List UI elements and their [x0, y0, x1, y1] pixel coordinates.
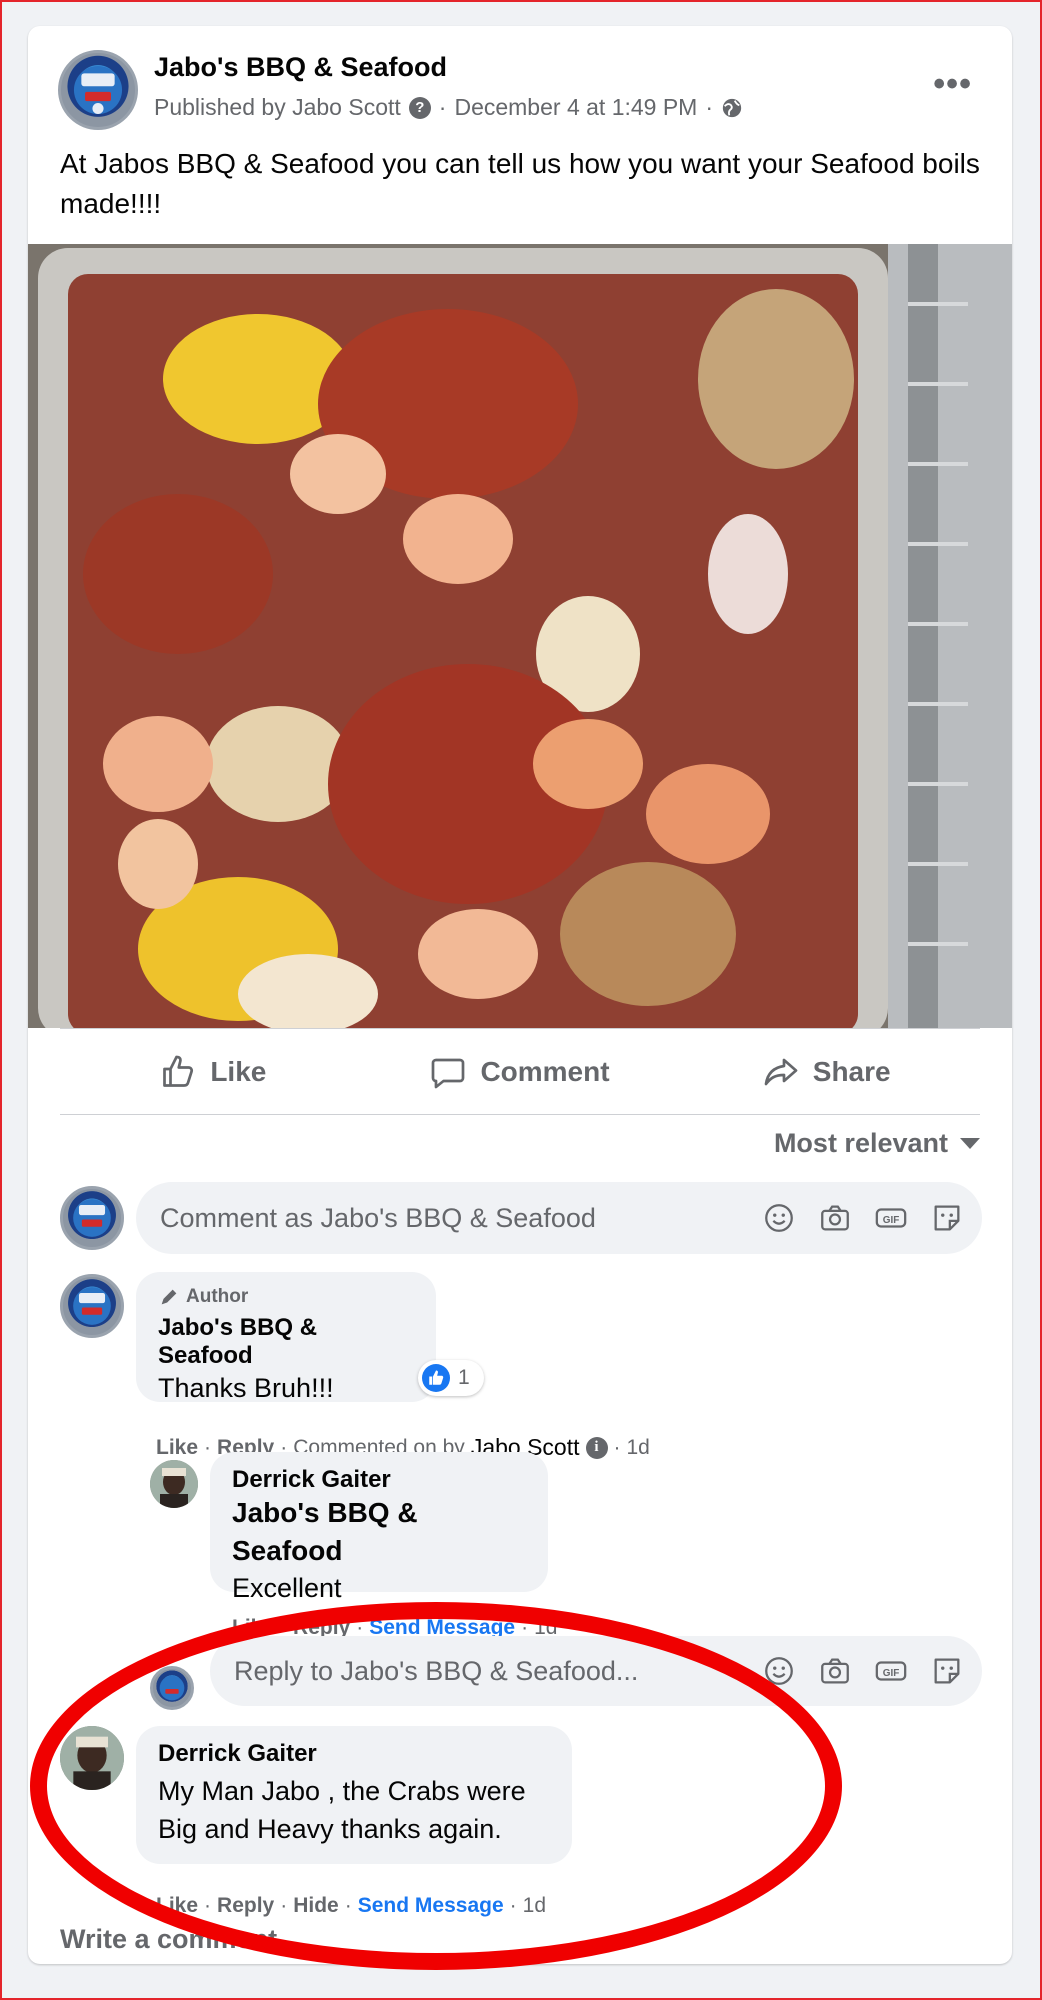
like-reaction-icon [422, 1364, 450, 1392]
page-logo-icon [73, 65, 123, 115]
help-icon[interactable]: ? [408, 96, 431, 119]
comment-bubble-icon [432, 1058, 465, 1089]
svg-text:GIF: GIF [883, 1215, 900, 1226]
page-logo-icon [159, 1675, 185, 1701]
comment-time[interactable]: 1d [523, 1894, 546, 1918]
svg-text:GIF: GIF [883, 1668, 900, 1679]
person-photo-icon [150, 1460, 198, 1508]
comment-sort-dropdown[interactable]: Most relevant [774, 1128, 980, 1159]
seafood-boil-photo [28, 244, 1012, 1028]
tagged-page-name[interactable]: Jabo's BBQ & Seafood [232, 1494, 526, 1570]
comment-text: Thanks Bruh!!! [158, 1373, 334, 1403]
comment-text: My Man Jabo , the Crabs were Big and Hea… [158, 1776, 526, 1844]
derrick-avatar[interactable] [60, 1726, 124, 1790]
share-button[interactable]: Share [673, 1030, 980, 1114]
post-author-name[interactable]: Jabo's BBQ & Seafood [154, 52, 447, 83]
comment-composer: GIF [136, 1182, 982, 1254]
published-by[interactable]: Published by Jabo Scott [154, 94, 401, 121]
comment-label: Comment [480, 1056, 610, 1087]
comment-button[interactable]: Comment [367, 1030, 674, 1114]
meta-dot: · [509, 1894, 517, 1917]
comment-bubble: Author Jabo's BBQ & Seafood Thanks Bruh!… [136, 1272, 436, 1403]
page-avatar[interactable] [58, 50, 138, 130]
meta-separator: · [705, 94, 714, 120]
reply-composer-avatar [150, 1666, 194, 1710]
derrick-avatar[interactable] [150, 1460, 198, 1508]
actions-divider-top [60, 1028, 980, 1029]
comment-like-link[interactable]: Like [156, 1436, 198, 1460]
like-button[interactable]: Like [60, 1030, 367, 1114]
actions-divider-bottom [60, 1114, 980, 1115]
meta-dot: · [344, 1894, 352, 1917]
reply-input[interactable] [234, 1655, 794, 1687]
comment-time[interactable]: 1d [627, 1436, 650, 1460]
commenter-avatar[interactable] [60, 1274, 124, 1338]
sort-label: Most relevant [773, 1128, 948, 1158]
sticker-icon[interactable] [930, 1201, 964, 1235]
post-actions: Like Comment Share [60, 1030, 980, 1114]
emoji-icon[interactable] [762, 1201, 796, 1235]
reply-composer-tools: GIF [762, 1636, 964, 1706]
reply-composer: GIF [210, 1636, 982, 1706]
more-options-icon[interactable]: ••• [933, 67, 972, 101]
reply-author-name[interactable]: Derrick Gaiter [232, 1466, 526, 1494]
meta-separator: · [438, 94, 447, 120]
write-comment-prompt[interactable]: Write a comment... [60, 1924, 300, 1955]
share-label: Share [812, 1056, 891, 1087]
page-logo-icon [73, 1199, 111, 1237]
info-icon[interactable]: i [585, 1436, 608, 1459]
send-message-link[interactable]: Send Message [358, 1894, 504, 1918]
screenshot-frame: Jabo's BBQ & Seafood Published by Jabo S… [0, 0, 1042, 2000]
comment-author-name[interactable]: Jabo's BBQ & Seafood [158, 1314, 414, 1370]
post-photo[interactable] [28, 244, 1012, 1028]
reaction-number: 1 [458, 1366, 470, 1389]
comment-input[interactable] [160, 1202, 720, 1234]
reaction-count[interactable]: 1 [418, 1360, 484, 1396]
author-badge: Author [158, 1286, 414, 1308]
meta-dot: · [280, 1894, 288, 1917]
thumbs-up-icon [163, 1055, 194, 1087]
composer-tools: GIF [762, 1182, 964, 1254]
camera-icon[interactable] [818, 1201, 852, 1235]
comment-reply-link[interactable]: Reply [217, 1894, 274, 1918]
person-photo-icon [60, 1726, 124, 1790]
meta-dot: · [204, 1894, 212, 1917]
gif-icon[interactable]: GIF [874, 1654, 908, 1688]
comment-bubble: Derrick Gaiter My Man Jabo , the Crabs w… [136, 1726, 572, 1864]
meta-dot: · [613, 1435, 621, 1459]
like-label: Like [210, 1056, 267, 1087]
author-badge-label: Author [186, 1286, 249, 1307]
meta-dot: · [204, 1435, 212, 1459]
page-logo-icon [73, 1287, 111, 1325]
comment-like-link[interactable]: Like [156, 1894, 198, 1918]
pencil-icon [161, 1289, 177, 1305]
post-timestamp[interactable]: December 4 at 1:49 PM [454, 94, 697, 121]
comment-meta: Like · Reply · Hide · Send Message · 1d [156, 1894, 546, 1918]
composer-avatar [60, 1186, 124, 1250]
post-card: Jabo's BBQ & Seafood Published by Jabo S… [28, 26, 1012, 1964]
gif-icon[interactable]: GIF [874, 1201, 908, 1235]
sticker-icon[interactable] [930, 1654, 964, 1688]
globe-icon[interactable] [721, 97, 743, 119]
comment-author-name[interactable]: Derrick Gaiter [158, 1740, 550, 1768]
reply-bubble: Derrick Gaiter Jabo's BBQ & Seafood Exce… [210, 1452, 548, 1603]
comment-hide-link[interactable]: Hide [293, 1894, 339, 1918]
caret-down-icon [960, 1138, 980, 1149]
post-text: At Jabos BBQ & Seafood you can tell us h… [60, 148, 980, 219]
camera-icon[interactable] [818, 1654, 852, 1688]
post-meta: Published by Jabo Scott ? · December 4 a… [154, 94, 743, 121]
emoji-icon[interactable] [762, 1654, 796, 1688]
reply-text: Excellent [232, 1573, 342, 1603]
share-arrow-icon [764, 1058, 798, 1086]
